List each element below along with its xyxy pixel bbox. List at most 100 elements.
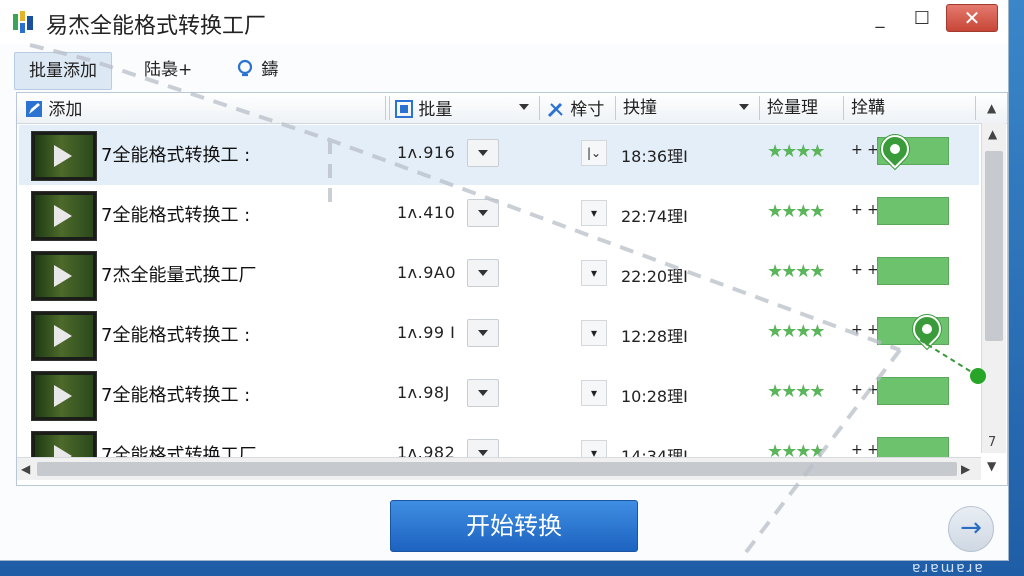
batch-add-button[interactable]: 批量添加 <box>14 52 112 90</box>
row-checkbox[interactable]: ▾ <box>581 440 607 457</box>
column-header: 添加 批量 㮆寸 抉撞 捡量理 拴鞲 ▲ <box>17 93 1007 124</box>
start-convert-button[interactable]: 开始转换 <box>390 500 638 552</box>
duration: 10:28理I <box>621 387 688 406</box>
play-icon <box>54 265 72 287</box>
duration: 22:20理I <box>621 267 688 286</box>
play-icon <box>54 445 72 457</box>
file-size: 1ʌ.99 I <box>397 323 456 342</box>
row-checkbox[interactable]: ▾ <box>581 260 607 286</box>
col-duration-header[interactable]: 抉撞 <box>623 97 657 119</box>
file-size: 1ʌ.410 <box>397 203 456 222</box>
play-icon <box>54 145 72 167</box>
col-batch-label: 批量 <box>418 100 453 120</box>
scroll-down-arrow-icon[interactable]: ▼ <box>987 459 996 473</box>
rating-stars: ★★★★ <box>767 261 826 282</box>
file-name: 7全能格式转换工厂 <box>101 445 257 457</box>
progress-bar <box>877 257 949 285</box>
rating-stars: ★★★★ <box>767 201 826 222</box>
sort-arrow-icon[interactable] <box>519 104 529 110</box>
scroll-right-arrow-icon[interactable]: ▶ <box>961 462 970 476</box>
row-checkbox[interactable]: ▾ <box>581 320 607 346</box>
column-divider <box>389 96 390 120</box>
search-icon <box>237 59 253 77</box>
scroll-up-arrow-icon[interactable]: ▲ <box>987 101 996 115</box>
video-thumbnail <box>31 191 97 241</box>
column-divider <box>385 96 386 120</box>
rating-plus: + + <box>851 382 879 398</box>
play-icon <box>54 205 72 227</box>
tools-icon <box>547 102 563 118</box>
format-dropdown[interactable] <box>467 139 499 167</box>
window-title: 易杰全能格式转换工厂 <box>46 14 267 39</box>
row-checkbox[interactable]: ▾ <box>581 200 607 226</box>
search-label: 鑄 <box>261 60 279 80</box>
maximize-button[interactable]: ☐ <box>906 8 938 30</box>
rating-plus: + + <box>851 262 879 278</box>
format-dropdown[interactable] <box>467 199 499 227</box>
play-icon <box>54 385 72 407</box>
table-row[interactable]: 7全能格式转换工 : 1ʌ.98J ▾ 10:28理I ★★★★ + + <box>19 365 979 425</box>
play-icon <box>54 325 72 347</box>
next-button[interactable]: → <box>948 506 994 552</box>
video-thumbnail <box>31 431 97 457</box>
column-divider <box>615 96 616 120</box>
file-size: 1ʌ.916 <box>397 143 456 162</box>
rating-plus: + + <box>851 142 879 158</box>
video-thumbnail <box>31 131 97 181</box>
row-checkbox[interactable]: ▾ <box>581 380 607 406</box>
rating-stars: ★★★★ <box>767 141 826 162</box>
col-settings-header[interactable]: 㮆寸 <box>547 97 605 120</box>
edit-icon <box>26 101 42 117</box>
vertical-scrollbar[interactable]: ▲ 7 <box>981 123 1006 453</box>
page-count: 7 <box>988 435 997 450</box>
column-divider <box>975 96 976 120</box>
row-checkbox[interactable]: |⌄ <box>581 140 607 166</box>
add-item-button[interactable]: 陆裊+ <box>130 52 206 88</box>
column-divider <box>539 96 540 120</box>
corner-text: ɐɹɐɯɐɹɐ <box>912 560 985 576</box>
table-row[interactable]: 7全能格式转换工 : 1ʌ.410 ▾ 22:74理I ★★★★ + + <box>19 185 979 245</box>
column-divider <box>843 96 844 120</box>
file-name: 7全能格式转换工 : <box>101 385 251 406</box>
col-batch-header[interactable]: 批量 <box>395 97 453 120</box>
file-size: 1ʌ.9A0 <box>397 263 457 282</box>
file-size: 1ʌ.98J <box>397 383 450 402</box>
table-row[interactable]: 7全能格式转换工 : 1ʌ.916 |⌄ 18:36理I ★★★★ + + <box>19 125 979 185</box>
col-settings-label: 㮆寸 <box>570 100 605 120</box>
format-dropdown[interactable] <box>467 379 499 407</box>
app-logo-icon <box>13 11 33 33</box>
video-thumbnail <box>31 371 97 421</box>
search-button[interactable]: 鑄 <box>226 52 292 88</box>
progress-bar <box>877 377 949 405</box>
video-thumbnail <box>31 311 97 361</box>
scroll-up-arrow-icon[interactable]: ▲ <box>988 127 997 141</box>
video-thumbnail <box>31 251 97 301</box>
rating-stars: ★★★★ <box>767 321 826 342</box>
col-add-header[interactable]: 添加 <box>25 97 82 120</box>
format-dropdown[interactable] <box>467 259 499 287</box>
scroll-thumb[interactable] <box>985 151 1003 341</box>
horizontal-scrollbar[interactable]: ◀ ▶ <box>17 457 981 480</box>
file-size: 1ʌ.982 <box>397 443 456 457</box>
table-row[interactable]: 7杰全能量式换工厂 1ʌ.9A0 ▾ 22:20理I ★★★★ + + <box>19 245 979 305</box>
scroll-left-arrow-icon[interactable]: ◀ <box>21 462 30 476</box>
toolbar: 批量添加 陆裊+ 鑄 <box>0 50 1008 90</box>
file-name: 7杰全能量式换工厂 <box>101 265 257 286</box>
scroll-thumb[interactable] <box>37 462 957 476</box>
table-row[interactable]: 7全能格式转换工厂 1ʌ.982 ▾ 14:34理I ★★★★ + + <box>19 425 979 457</box>
duration: 18:36理I <box>621 147 688 166</box>
table-row[interactable]: 7全能格式转换工 : 1ʌ.99 I ▾ 12:28理I ★★★★ + + <box>19 305 979 365</box>
col-quality-header[interactable]: 捡量理 <box>767 97 818 119</box>
qr-icon <box>395 100 413 118</box>
format-dropdown[interactable] <box>467 439 499 457</box>
rating-stars: ★★★★ <box>767 441 826 457</box>
title-bar: 易杰全能格式转换工厂 _ ☐ ✕ <box>0 0 1008 44</box>
minimize-button[interactable]: _ <box>864 8 896 30</box>
col-progress-header[interactable]: 拴鞲 <box>851 97 885 119</box>
rating-plus: + + <box>851 202 879 218</box>
main-window: 易杰全能格式转换工厂 _ ☐ ✕ 批量添加 陆裊+ 鑄 添加 批量 㮆寸 抉撞 … <box>0 0 1008 560</box>
sort-arrow-icon[interactable] <box>739 104 749 110</box>
rating-plus: + + <box>851 322 879 338</box>
format-dropdown[interactable] <box>467 319 499 347</box>
close-button[interactable]: ✕ <box>946 4 998 32</box>
